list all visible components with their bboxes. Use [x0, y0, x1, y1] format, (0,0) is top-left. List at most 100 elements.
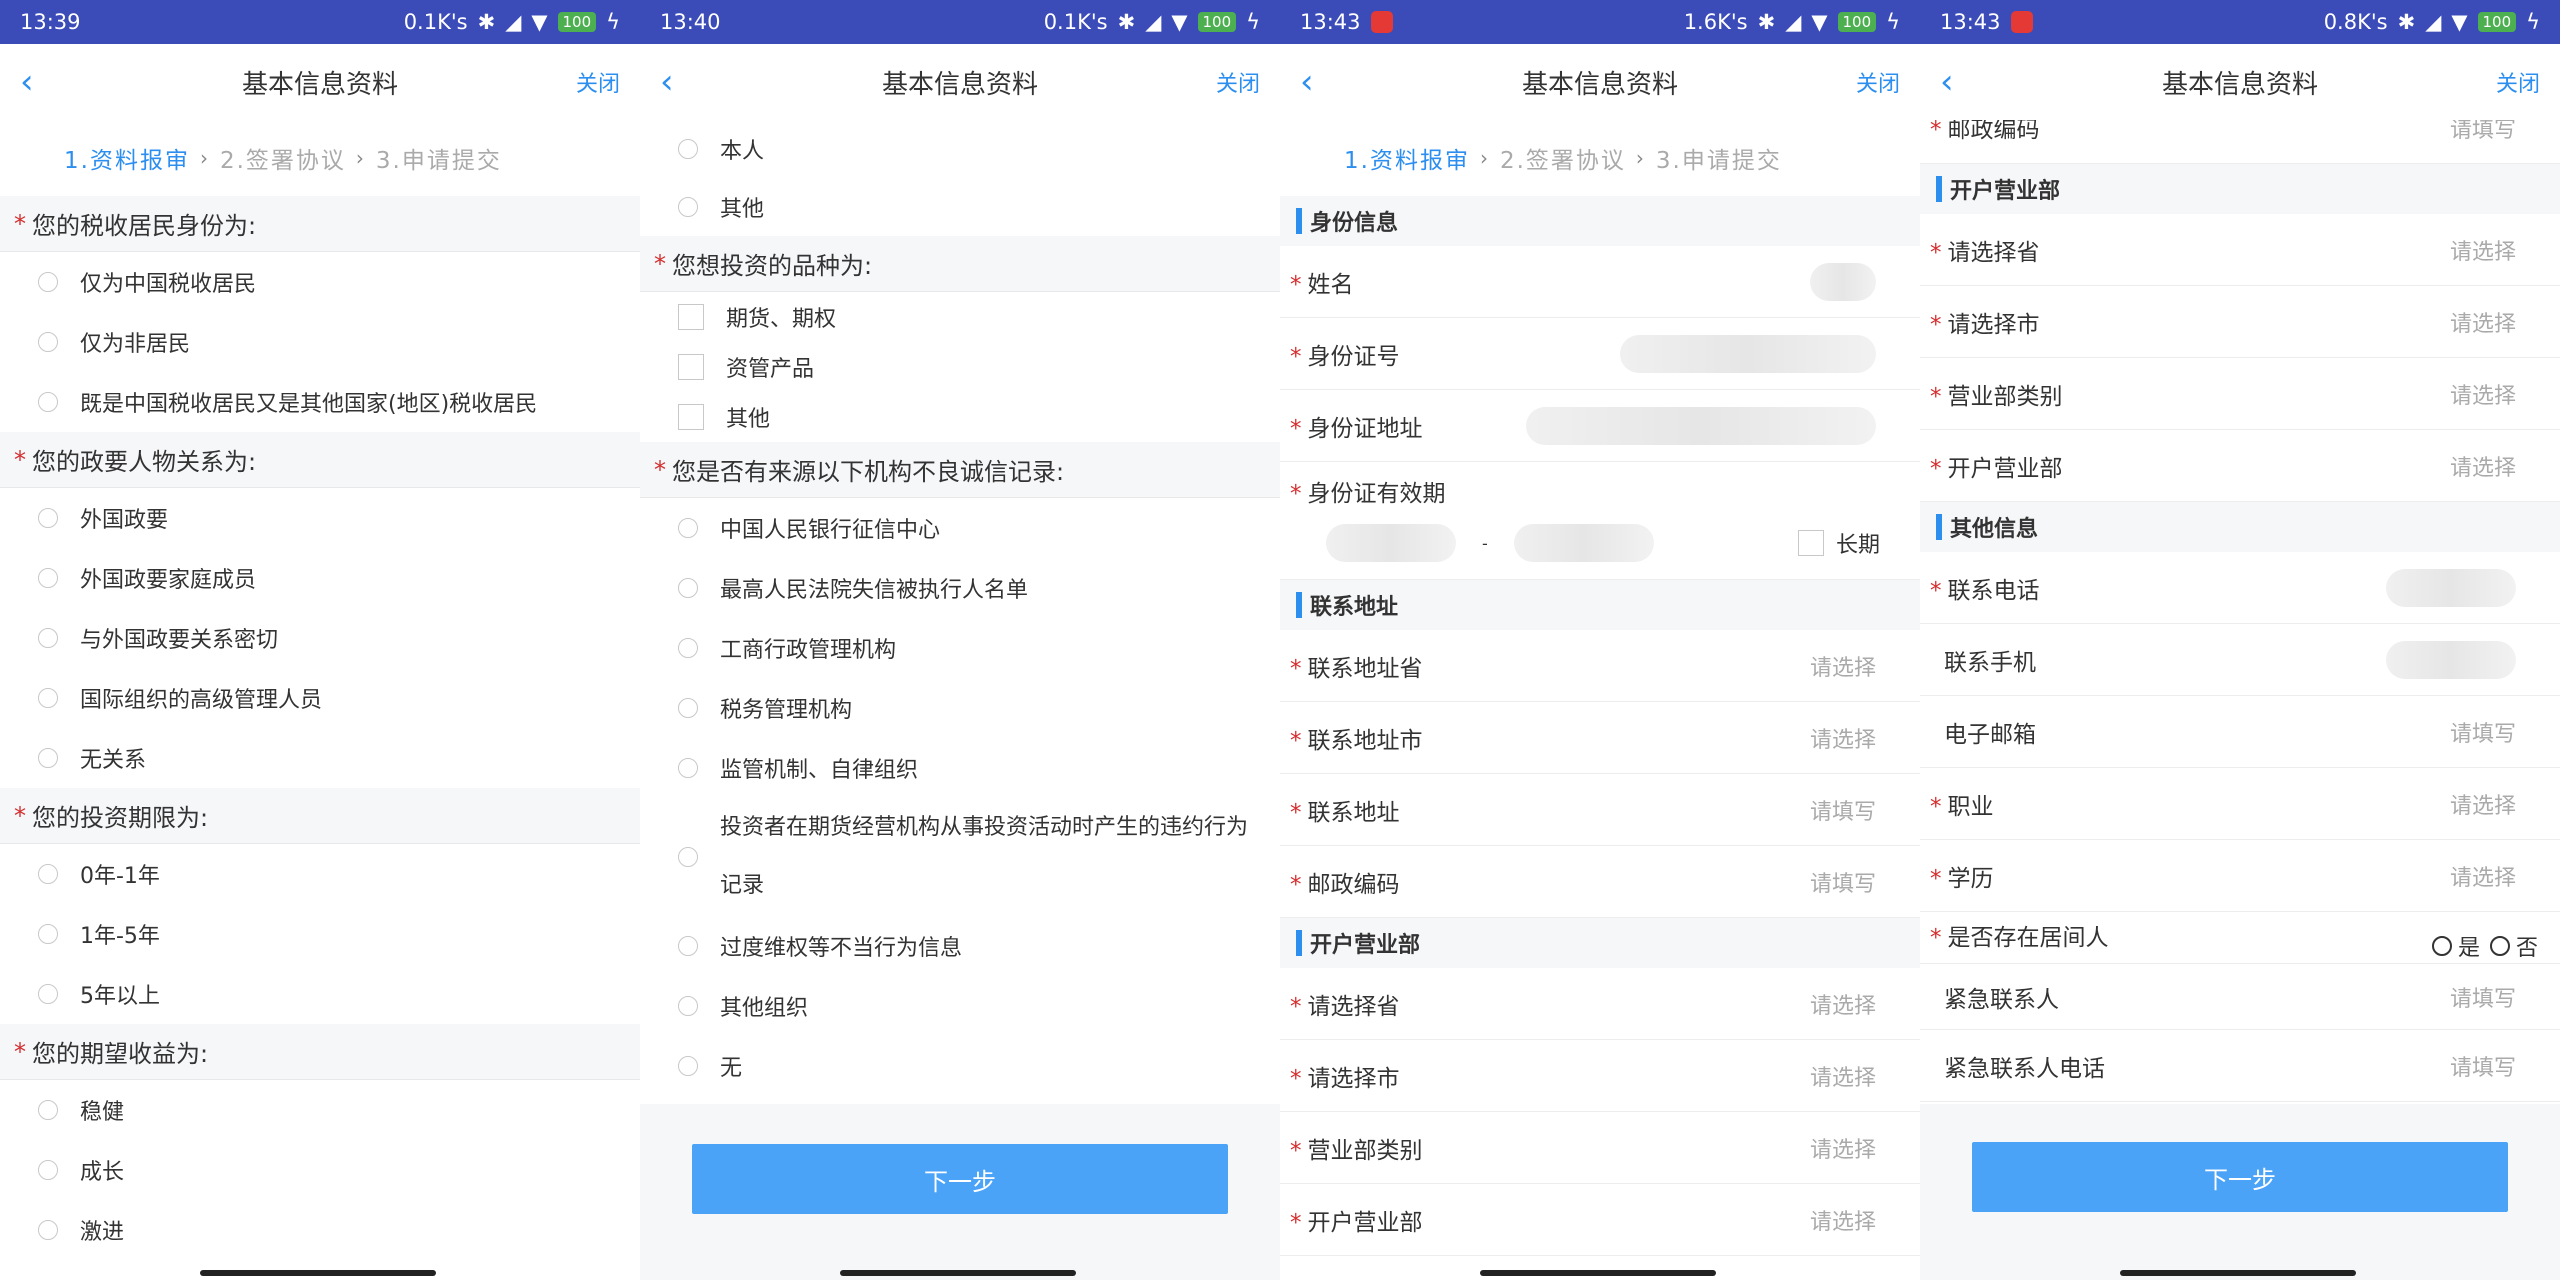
radio-option[interactable]: 其他	[640, 178, 1280, 236]
radio-circle-icon[interactable]	[38, 272, 58, 292]
back-icon[interactable]: ‹	[1300, 62, 1340, 102]
radio-circle-icon[interactable]	[678, 578, 698, 598]
radio-circle-icon[interactable]	[678, 758, 698, 778]
field-email[interactable]: 电子邮箱 请填写	[1920, 696, 2560, 768]
radio-option[interactable]: 投资者在期货经营机构从事投资活动时产生的违约行为记录	[640, 798, 1280, 916]
radio-circle-icon[interactable]	[38, 332, 58, 352]
radio-option[interactable]: 其他组织	[640, 976, 1280, 1036]
checkbox-option[interactable]: 期货、期权	[640, 292, 1280, 342]
radio-circle-icon[interactable]	[678, 518, 698, 538]
radio-option[interactable]: 稳健	[0, 1080, 640, 1140]
field-branch-province[interactable]: * 请选择省 请选择	[1920, 214, 2560, 286]
end-date-input[interactable]	[1513, 524, 1654, 562]
next-button[interactable]: 下一步	[1972, 1142, 2508, 1212]
radio-option[interactable]: 中国人民银行征信中心	[640, 498, 1280, 558]
field-postal-code[interactable]: * 邮政编码 请填写	[1920, 120, 2560, 164]
field-branch-type[interactable]: * 营业部类别 请选择	[1280, 1112, 1920, 1184]
field-id-address[interactable]: * 身份证地址	[1280, 390, 1920, 462]
radio-circle-icon[interactable]	[678, 936, 698, 956]
radio-circle-icon[interactable]	[38, 392, 58, 412]
radio-option[interactable]: 无关系	[0, 728, 640, 788]
radio-circle-icon[interactable]	[38, 864, 58, 884]
radio-option[interactable]: 成长	[0, 1140, 640, 1200]
field-branch-type[interactable]: * 营业部类别 请选择	[1920, 358, 2560, 430]
radio-circle-icon[interactable]	[38, 628, 58, 648]
field-name[interactable]: * 姓名	[1280, 246, 1920, 318]
field-id-number[interactable]: * 身份证号	[1280, 318, 1920, 390]
checkbox-icon[interactable]	[678, 304, 704, 330]
back-icon[interactable]: ‹	[660, 62, 700, 102]
field-emergency-phone[interactable]: 紧急联系人电话 请填写	[1920, 1030, 2560, 1102]
radio-circle-icon[interactable]	[2431, 936, 2452, 956]
radio-circle-icon[interactable]	[2489, 936, 2510, 956]
radio-option[interactable]: 外国政要	[0, 488, 640, 548]
radio-option[interactable]: 激进	[0, 1200, 640, 1260]
home-indicator[interactable]	[1480, 1270, 1716, 1276]
field-postal-code[interactable]: * 邮政编码 请填写	[1280, 846, 1920, 918]
home-indicator[interactable]	[2120, 1270, 2356, 1276]
radio-circle-icon[interactable]	[38, 1220, 58, 1240]
field-phone[interactable]: * 联系电话	[1920, 552, 2560, 624]
field-branch-city[interactable]: * 请选择市 请选择	[1280, 1040, 1920, 1112]
home-indicator[interactable]	[840, 1270, 1076, 1276]
field-branch[interactable]: * 开户营业部 请选择	[1920, 430, 2560, 502]
next-button[interactable]: 下一步	[692, 1144, 1228, 1214]
radio-circle-icon[interactable]	[678, 698, 698, 718]
back-icon[interactable]: ‹	[20, 62, 60, 102]
radio-option[interactable]: 外国政要家庭成员	[0, 548, 640, 608]
field-branch-province[interactable]: * 请选择省 请选择	[1280, 968, 1920, 1040]
radio-option[interactable]: 0年-1年	[0, 844, 640, 904]
radio-circle-icon[interactable]	[678, 1056, 698, 1076]
radio-circle-icon[interactable]	[678, 638, 698, 658]
field-contact-province[interactable]: * 联系地址省 请选择	[1280, 630, 1920, 702]
close-button[interactable]: 关闭	[576, 66, 620, 98]
radio-circle-icon[interactable]	[38, 984, 58, 1004]
start-date-input[interactable]	[1326, 524, 1456, 562]
checkbox-icon[interactable]	[1797, 530, 1824, 556]
radio-circle-icon[interactable]	[678, 197, 698, 217]
field-education[interactable]: * 学历 请选择	[1920, 840, 2560, 912]
radio-circle-icon[interactable]	[678, 139, 698, 159]
close-button[interactable]: 关闭	[2496, 66, 2540, 98]
radio-option[interactable]: 最高人民法院失信被执行人名单	[640, 558, 1280, 618]
field-contact-city[interactable]: * 联系地址市 请选择	[1280, 702, 1920, 774]
checkbox-icon[interactable]	[678, 354, 704, 380]
radio-option[interactable]: 既是中国税收居民又是其他国家(地区)税收居民	[0, 372, 640, 432]
radio-circle-icon[interactable]	[38, 924, 58, 944]
radio-circle-icon[interactable]	[38, 748, 58, 768]
radio-option[interactable]: 无	[640, 1036, 1280, 1096]
radio-option[interactable]: 税务管理机构	[640, 678, 1280, 738]
checkbox-option[interactable]: 其他	[640, 392, 1280, 442]
radio-circle-icon[interactable]	[678, 847, 698, 867]
checkbox-icon[interactable]	[678, 404, 704, 430]
radio-circle-icon[interactable]	[678, 996, 698, 1016]
radio-option[interactable]: 5年以上	[0, 964, 640, 1024]
radio-circle-icon[interactable]	[38, 508, 58, 528]
home-indicator[interactable]	[200, 1270, 436, 1276]
field-branch-city[interactable]: * 请选择市 请选择	[1920, 286, 2560, 358]
radio-option[interactable]: 过度维权等不当行为信息	[640, 916, 1280, 976]
field-job[interactable]: * 职业 请选择	[1920, 768, 2560, 840]
checkbox-option[interactable]: 资管产品	[640, 342, 1280, 392]
radio-circle-icon[interactable]	[38, 1100, 58, 1120]
field-contact-address[interactable]: * 联系地址 请填写	[1280, 774, 1920, 846]
back-icon[interactable]: ‹	[1940, 62, 1980, 102]
radio-yes[interactable]: 是	[2431, 930, 2480, 962]
radio-option[interactable]: 工商行政管理机构	[640, 618, 1280, 678]
radio-option[interactable]: 国际组织的高级管理人员	[0, 668, 640, 728]
field-emergency-contact[interactable]: 紧急联系人 请填写	[1920, 964, 2560, 1030]
radio-option[interactable]: 监管机制、自律组织	[640, 738, 1280, 798]
radio-option[interactable]: 本人	[640, 120, 1280, 178]
radio-no[interactable]: 否	[2489, 930, 2538, 962]
radio-circle-icon[interactable]	[38, 688, 58, 708]
radio-option[interactable]: 仅为中国税收居民	[0, 252, 640, 312]
field-mobile[interactable]: 联系手机	[1920, 624, 2560, 696]
field-branch[interactable]: * 开户营业部 请选择	[1280, 1184, 1920, 1256]
radio-circle-icon[interactable]	[38, 568, 58, 588]
radio-option[interactable]: 仅为非居民	[0, 312, 640, 372]
close-button[interactable]: 关闭	[1856, 66, 1900, 98]
close-button[interactable]: 关闭	[1216, 66, 1260, 98]
radio-option[interactable]: 1年-5年	[0, 904, 640, 964]
radio-option[interactable]: 与外国政要关系密切	[0, 608, 640, 668]
radio-circle-icon[interactable]	[38, 1160, 58, 1180]
